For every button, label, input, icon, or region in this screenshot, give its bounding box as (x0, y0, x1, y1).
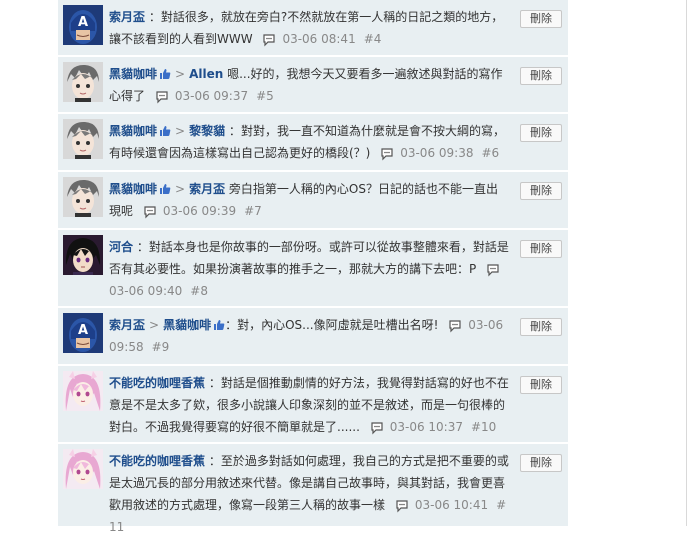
thumbs-up-icon (159, 178, 171, 200)
reply-bubble-icon[interactable] (380, 142, 394, 164)
delete-button[interactable]: 刪除 (520, 182, 562, 200)
comment-row: 黑貓咖啡 > 索月盃 旁白指第一人稱的內心OS？日記的話也不能一直出現呢 03-06… (58, 172, 568, 230)
comment-time: 03-06 08:41 (282, 32, 356, 46)
reply-bubble-icon[interactable] (486, 258, 500, 280)
reply-to-user[interactable]: Allen (189, 67, 223, 81)
comment-floor[interactable]: #5 (256, 89, 274, 103)
captain-america-avatar[interactable]: A (63, 313, 103, 353)
comment-text: 對話本身也是你故事的一部份呀。或許可以從故事整體來看，對話是否有其必要性。如果扮… (109, 240, 509, 276)
comment-author[interactable]: 不能吃的咖哩香蕉 (109, 454, 205, 468)
delete-button[interactable]: 刪除 (520, 454, 562, 472)
comment-floor[interactable]: #7 (244, 204, 262, 218)
dark-hair-avatar[interactable] (63, 235, 103, 275)
anime-boy-avatar[interactable] (63, 119, 103, 159)
comment-floor[interactable]: #9 (152, 340, 170, 354)
comment-time: 03-06 09:37 (174, 89, 249, 103)
thumbs-up-icon (213, 314, 225, 336)
delete-button[interactable]: 刪除 (520, 10, 562, 28)
reply-bubble-icon[interactable] (262, 28, 276, 50)
comment-body: 黑貓咖啡 > 索月盃 旁白指第一人稱的內心OS？日記的話也不能一直出現呢 03-06… (109, 178, 509, 222)
reply-bubble-icon[interactable] (155, 85, 169, 107)
reply-bubble-icon[interactable] (448, 314, 462, 336)
comment-body: 不能吃的咖哩香蕉 ：至於過多對話如何處理，我自己的方式是把不重要的或是太過冗長的… (109, 454, 509, 534)
anime-boy-avatar[interactable] (63, 62, 103, 102)
reply-bubble-icon[interactable] (143, 200, 157, 222)
comment-list: A 索月盃 ：對話很多，就放在旁白?不然就放在第一人稱的日記之類的地方，讓不該看… (58, 0, 568, 534)
anime-boy-avatar[interactable] (63, 177, 103, 217)
comment-row: 黑貓咖啡 > Allen 嗯...好的，我想今天又要看多一遍敘述與對話的寫作心得了 … (58, 57, 568, 114)
comment-author[interactable]: 索月盃 (109, 10, 145, 24)
comment-body: 黑貓咖啡 > 黎黎貓 ：對對，我一直不知道為什麼就是會不按大綱的寫，有時候還會因為這… (109, 120, 509, 164)
page-right-border (686, 0, 687, 526)
reply-bubble-icon[interactable] (395, 494, 409, 516)
comment-body: 河合 ：對話本身也是你故事的一部份呀。或許可以從故事整體來看，對話是否有其必要性… (109, 240, 509, 298)
comment-floor[interactable]: #4 (364, 32, 382, 46)
comment-time: 03-06 09:38 (400, 146, 474, 160)
svg-text:A: A (78, 323, 88, 338)
delete-button[interactable]: 刪除 (520, 376, 562, 394)
comment-time: 03-06 10:41 (414, 498, 489, 512)
comment-time: 03-06 09:40 (109, 284, 183, 298)
comment-body: 不能吃的咖哩香蕉 ：對話是個推動劇情的好方法，我覺得對話寫的好也不在意是不是太多… (109, 372, 509, 438)
delete-button[interactable]: 刪除 (520, 124, 562, 142)
svg-text:A: A (78, 15, 88, 30)
delete-button[interactable]: 刪除 (520, 240, 562, 258)
reply-to-user[interactable]: 黑貓咖啡 (163, 318, 211, 332)
delete-button[interactable]: 刪除 (520, 318, 562, 336)
comment-author[interactable]: 不能吃的咖哩香蕉 (109, 376, 205, 390)
comment-body: 黑貓咖啡 > Allen 嗯...好的，我想今天又要看多一遍敘述與對話的寫作心得了 … (109, 63, 509, 107)
comment-text: 對，內心OS...像阿虛就是吐槽出名呀! (237, 318, 439, 332)
comment-author[interactable]: 河合 (109, 240, 133, 254)
comment-floor[interactable]: #10 (471, 420, 496, 434)
comment-row: A 索月盃 ：對話很多，就放在旁白?不然就放在第一人稱的日記之類的地方，讓不該看… (58, 0, 568, 57)
comment-author[interactable]: 黑貓咖啡 (109, 182, 157, 196)
captain-america-avatar[interactable]: A (63, 5, 103, 45)
comment-floor[interactable]: #6 (481, 146, 499, 160)
comment-author[interactable]: 索月盃 (109, 318, 145, 332)
delete-button[interactable]: 刪除 (520, 67, 562, 85)
reply-bubble-icon[interactable] (370, 416, 384, 438)
comment-author[interactable]: 黑貓咖啡 (109, 67, 157, 81)
pink-hair-avatar[interactable] (63, 371, 103, 411)
comment-row: 河合 ：對話本身也是你故事的一部份呀。或許可以從故事整體來看，對話是否有其必要性… (58, 230, 568, 308)
comment-author[interactable]: 黑貓咖啡 (109, 124, 157, 138)
reply-to-user[interactable]: 索月盃 (189, 182, 225, 196)
comment-row: 不能吃的咖哩香蕉 ：對話是個推動劇情的好方法，我覺得對話寫的好也不在意是不是太多… (58, 366, 568, 444)
comment-row: 黑貓咖啡 > 黎黎貓 ：對對，我一直不知道為什麼就是會不按大綱的寫，有時候還會因為這… (58, 114, 568, 172)
thumbs-up-icon (159, 120, 171, 142)
comment-time: 03-06 10:37 (389, 420, 463, 434)
reply-to-user[interactable]: 黎黎貓 (189, 124, 225, 138)
comment-body: 索月盃 ：對話很多，就放在旁白?不然就放在第一人稱的日記之類的地方，讓不該看到的… (109, 6, 509, 50)
comment-row: A 索月盃 > 黑貓咖啡 ：對，內心OS...像阿虛就是吐槽出名呀! 03-06 09… (58, 308, 568, 366)
comment-time: 03-06 09:39 (162, 204, 237, 218)
pink-hair-avatar[interactable] (63, 449, 103, 489)
comment-floor[interactable]: #8 (190, 284, 208, 298)
comment-row: 不能吃的咖哩香蕉 ：至於過多對話如何處理，我自己的方式是把不重要的或是太過冗長的… (58, 444, 568, 534)
comment-body: 索月盃 > 黑貓咖啡 ：對，內心OS...像阿虛就是吐槽出名呀! 03-06 09:5… (109, 314, 509, 358)
thumbs-up-icon (159, 63, 171, 85)
